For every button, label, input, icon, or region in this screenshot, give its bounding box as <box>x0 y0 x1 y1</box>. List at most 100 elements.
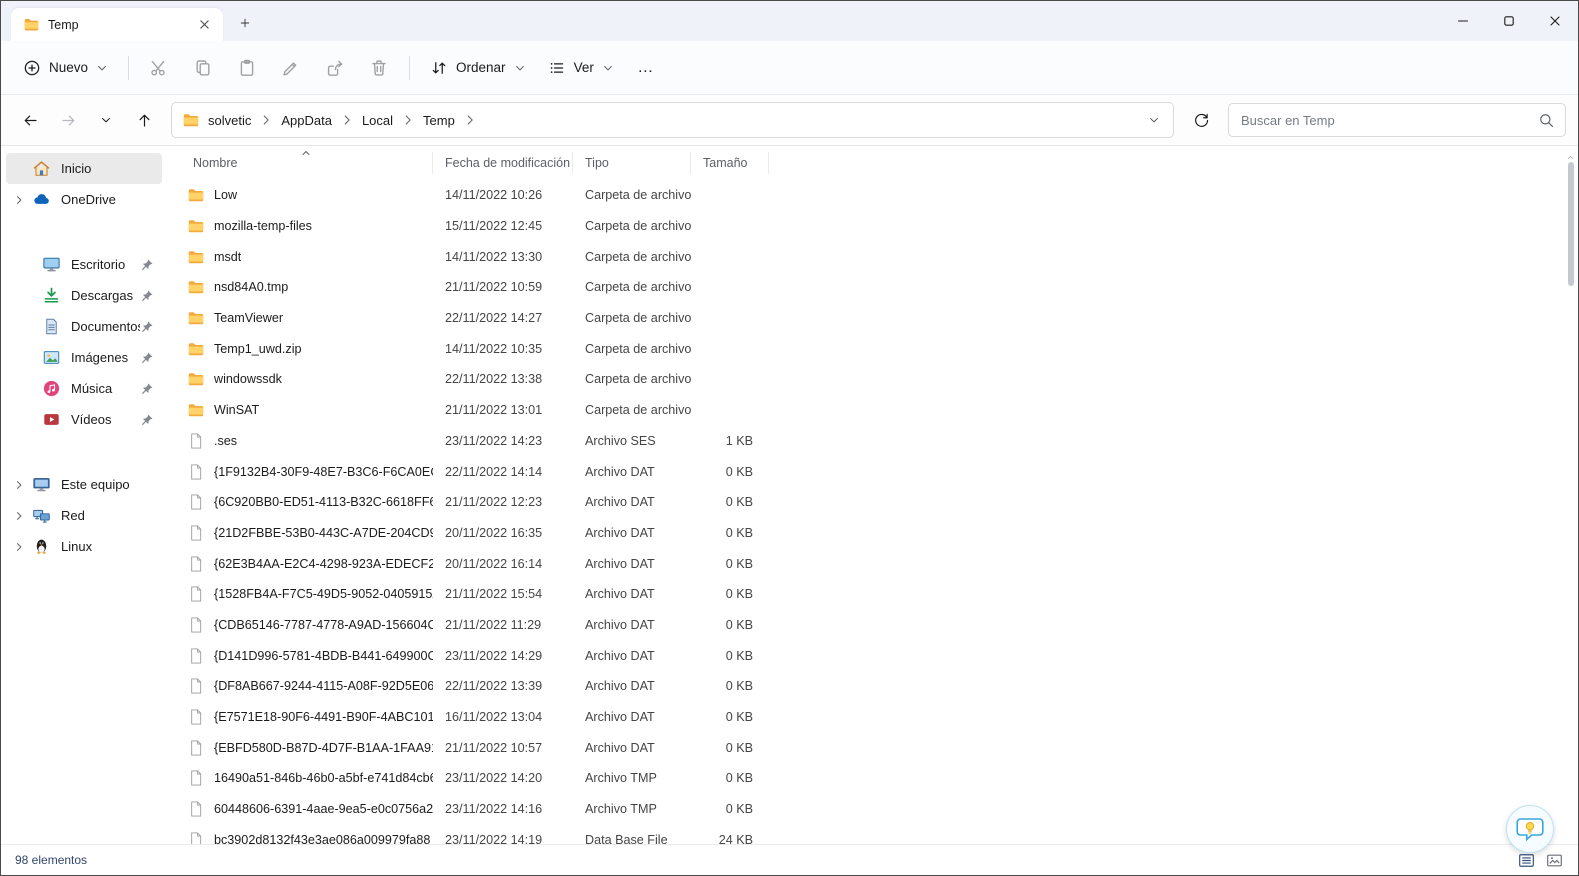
search-icon[interactable] <box>1538 112 1555 129</box>
chevron-right-icon[interactable] <box>8 319 30 335</box>
details-view-button[interactable] <box>1516 850 1536 870</box>
recent-locations-button[interactable] <box>89 103 123 137</box>
sidebar-item-este-equipo[interactable]: Este equipo <box>6 469 162 500</box>
new-tab-button[interactable] <box>231 9 259 37</box>
sidebar-item-documentos[interactable]: Documentos <box>6 311 162 342</box>
breadcrumb-chevron-icon[interactable] <box>259 113 273 127</box>
sidebar-item-descargas[interactable]: Descargas <box>6 280 162 311</box>
chevron-right-icon[interactable] <box>8 350 30 366</box>
sidebar-item-inicio[interactable]: Inicio <box>6 153 162 184</box>
chevron-right-icon[interactable] <box>8 161 30 177</box>
network-icon <box>32 506 51 525</box>
tab-close-button[interactable] <box>193 14 215 36</box>
delete-button[interactable] <box>359 50 399 86</box>
forward-button[interactable] <box>51 103 85 137</box>
chevron-right-icon[interactable] <box>8 288 30 304</box>
table-row[interactable]: 16490a51-846b-46b0-a5bf-e741d84cb6cb... … <box>181 763 1578 794</box>
table-row[interactable]: windowssdk 22/11/2022 13:38 Carpeta de a… <box>181 364 1578 395</box>
file-name: bc3902d8132f43e3ae086a009979fa88 <box>214 832 431 844</box>
address-breadcrumb-box[interactable]: solvetic AppData Local Temp <box>171 102 1174 138</box>
table-row[interactable]: {E7571E18-90F6-4491-B90F-4ABC101CBF... 1… <box>181 702 1578 733</box>
pin-icon <box>140 162 154 176</box>
chevron-right-icon[interactable] <box>8 257 30 273</box>
cut-button[interactable] <box>139 50 179 86</box>
table-row[interactable]: {1F9132B4-30F9-48E7-B3C6-F6CA0EC722... 2… <box>181 456 1578 487</box>
sidebar-item-linux[interactable]: Linux <box>6 531 162 562</box>
table-row[interactable]: Low 14/11/2022 10:26 Carpeta de archivos <box>181 180 1578 211</box>
table-row[interactable]: mozilla-temp-files 15/11/2022 12:45 Carp… <box>181 211 1578 242</box>
arrow-right-icon <box>60 112 77 129</box>
table-row[interactable]: {DF8AB667-9244-4115-A08F-92D5E06105... 2… <box>181 671 1578 702</box>
breadcrumb-chevron-icon[interactable] <box>463 113 477 127</box>
sort-button[interactable]: Ordenar <box>420 50 536 86</box>
chevron-right-icon[interactable] <box>8 477 30 493</box>
column-header-type[interactable]: Tipo <box>573 152 691 174</box>
table-row[interactable]: {CDB65146-7787-4778-A9AD-156604C034... 2… <box>181 610 1578 641</box>
up-button[interactable] <box>127 103 161 137</box>
table-row[interactable]: {1528FB4A-F7C5-49D5-9052-0405915A75... 2… <box>181 579 1578 610</box>
more-options-button[interactable]: … <box>626 50 666 86</box>
sidebar-item-escritorio[interactable]: Escritorio <box>6 249 162 280</box>
sidebar-item-label: Música <box>71 381 113 396</box>
chevron-right-icon[interactable] <box>8 192 30 208</box>
file-name-cell: mozilla-temp-files <box>181 217 433 235</box>
table-row[interactable]: msdt 14/11/2022 13:30 Carpeta de archivo… <box>181 241 1578 272</box>
breadcrumb-chevron-icon[interactable] <box>340 113 354 127</box>
new-button[interactable]: Nuevo <box>13 50 118 86</box>
sidebar-item-vídeos[interactable]: Vídeos <box>6 404 162 435</box>
share-button[interactable] <box>315 50 355 86</box>
sidebar-item-red[interactable]: Red <box>6 500 162 531</box>
tab-temp[interactable]: Temp <box>11 8 223 41</box>
view-button[interactable]: Ver <box>538 50 624 86</box>
file-size: 1 KB <box>725 433 753 448</box>
table-row[interactable]: .ses 23/11/2022 14:23 Archivo SES 1 KB <box>181 426 1578 457</box>
table-row[interactable]: {D141D996-5781-4BDB-B441-649900C166... 2… <box>181 640 1578 671</box>
help-bubble-overlay[interactable] <box>1506 805 1554 853</box>
file-name: {21D2FBBE-53B0-443C-A7DE-204CD9965... <box>214 525 433 540</box>
sidebar-item-onedrive[interactable]: OneDrive <box>6 184 162 215</box>
chevron-right-icon[interactable] <box>8 539 30 555</box>
table-row[interactable]: bc3902d8132f43e3ae086a009979fa88 23/11/2… <box>181 824 1578 844</box>
table-row[interactable]: {EBFD580D-B87D-4D7F-B1AA-1FAA9187F... 21… <box>181 732 1578 763</box>
chevron-right-icon[interactable] <box>8 381 30 397</box>
rename-button[interactable] <box>271 50 311 86</box>
minimize-button[interactable] <box>1440 1 1486 41</box>
table-row[interactable]: {62E3B4AA-E2C4-4298-923A-EDECF2F2D... 20… <box>181 548 1578 579</box>
refresh-button[interactable] <box>1184 103 1218 137</box>
column-header-size[interactable]: Tamaño <box>691 152 769 174</box>
file-type: Archivo DAT <box>585 495 655 510</box>
file-icon <box>187 585 205 603</box>
chevron-right-icon[interactable] <box>8 508 30 524</box>
table-row[interactable]: {6C920BB0-ED51-4113-B32C-6618FF672F... 2… <box>181 487 1578 518</box>
table-row[interactable]: {21D2FBBE-53B0-443C-A7DE-204CD9965... 20… <box>181 518 1578 549</box>
table-row[interactable]: 60448606-6391-4aae-9ea5-e0c0756a2e62... … <box>181 794 1578 825</box>
maximize-button[interactable] <box>1486 1 1532 41</box>
table-row[interactable]: TeamViewer 22/11/2022 14:27 Carpeta de a… <box>181 303 1578 334</box>
chevron-right-icon[interactable] <box>8 412 30 428</box>
breadcrumb-item[interactable]: Temp <box>417 109 461 132</box>
search-input[interactable] <box>1239 111 1530 129</box>
breadcrumb-item[interactable]: AppData <box>275 109 338 132</box>
table-row[interactable]: nsd84A0.tmp 21/11/2022 10:59 Carpeta de … <box>181 272 1578 303</box>
address-dropdown-button[interactable] <box>1141 107 1167 133</box>
breadcrumb-item[interactable]: solvetic <box>202 109 257 132</box>
breadcrumb-chevron-icon[interactable] <box>401 113 415 127</box>
sidebar-item-música[interactable]: Música <box>6 373 162 404</box>
file-date: 21/11/2022 13:01 <box>445 403 543 418</box>
sidebar-item-label: Red <box>61 508 85 523</box>
back-button[interactable] <box>13 103 47 137</box>
file-type: Carpeta de archivos <box>585 372 691 387</box>
large-icons-view-button[interactable] <box>1544 850 1564 870</box>
sidebar-item-imágenes[interactable]: Imágenes <box>6 342 162 373</box>
copy-button[interactable] <box>183 50 223 86</box>
column-header-date[interactable]: Fecha de modificación <box>433 152 573 174</box>
scrollbar-thumb[interactable] <box>1568 162 1574 286</box>
table-row[interactable]: Temp1_uwd.zip 14/11/2022 10:35 Carpeta d… <box>181 333 1578 364</box>
paste-button[interactable] <box>227 50 267 86</box>
close-window-button[interactable] <box>1532 1 1578 41</box>
file-name-cell: {62E3B4AA-E2C4-4298-923A-EDECF2F2D... <box>181 555 433 573</box>
table-row[interactable]: WinSAT 21/11/2022 13:01 Carpeta de archi… <box>181 395 1578 426</box>
breadcrumb-item[interactable]: Local <box>356 109 399 132</box>
pin-icon <box>140 540 154 554</box>
scrollbar-up-arrow[interactable] <box>1566 149 1575 159</box>
